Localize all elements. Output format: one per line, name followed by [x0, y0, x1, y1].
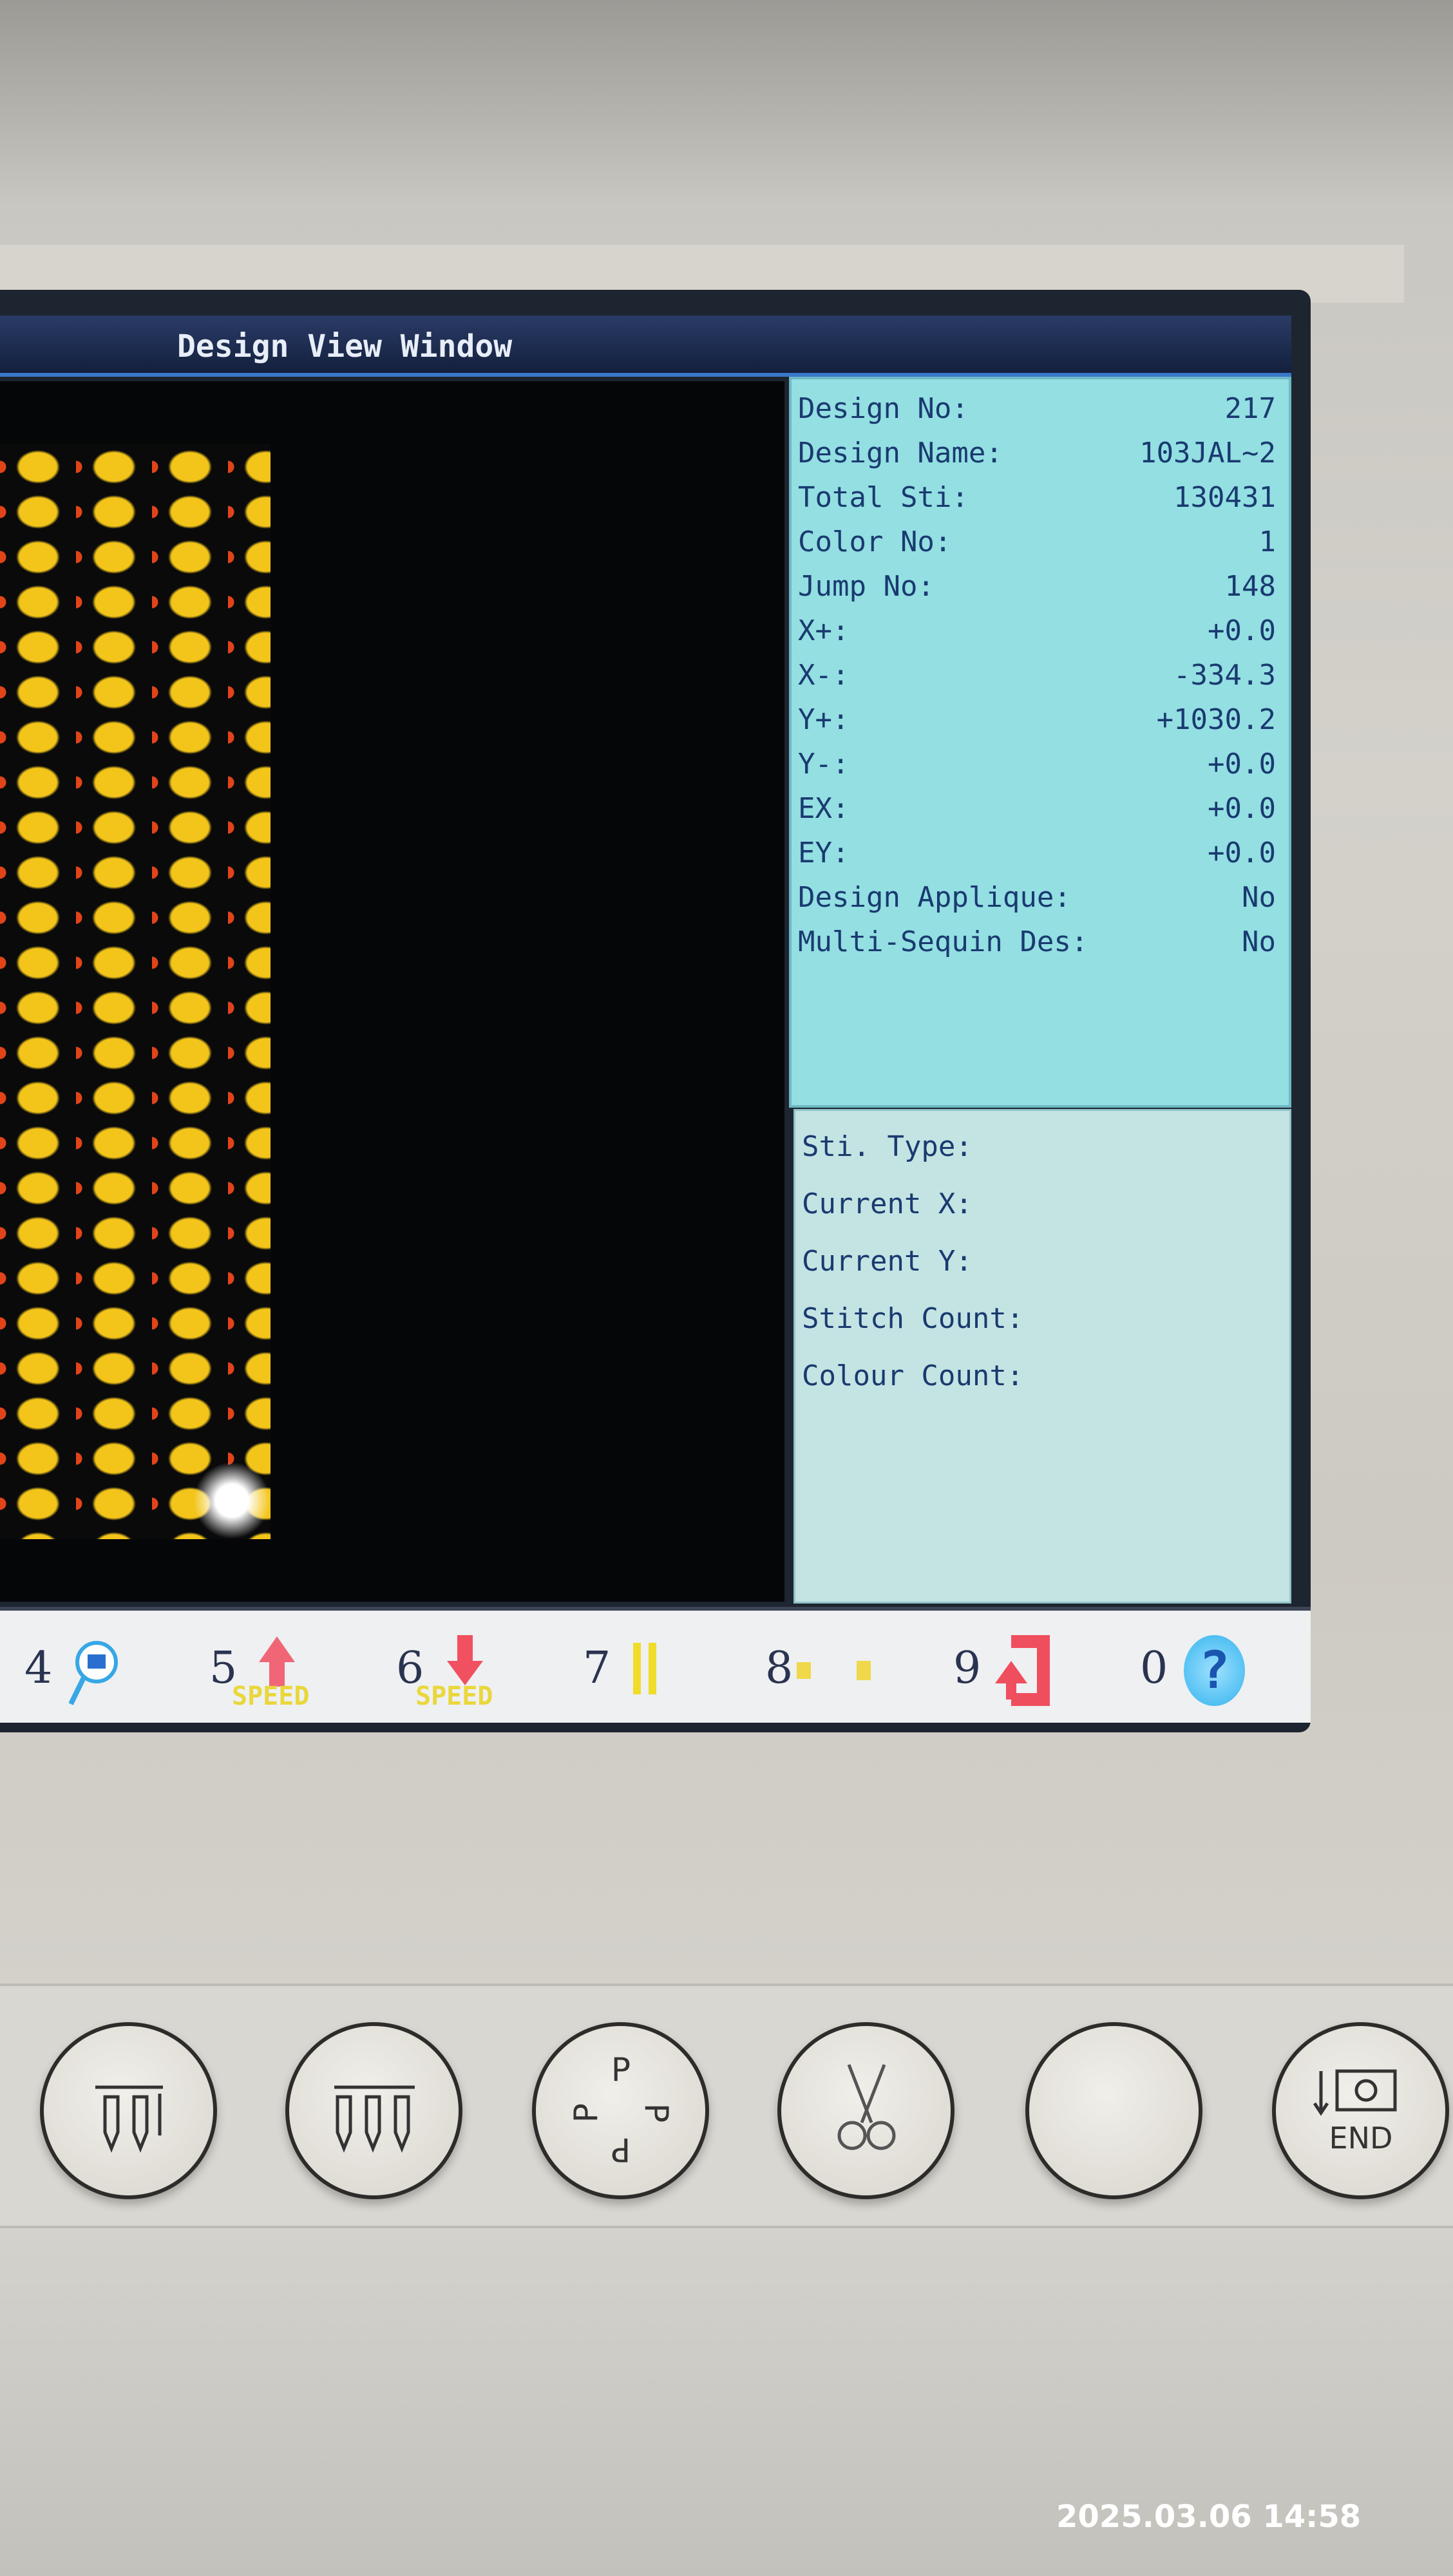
info-row: X+: +0.0	[792, 614, 1289, 653]
info-label: Multi-Sequin Des:	[798, 925, 1088, 958]
info-label: Jump No:	[798, 570, 935, 603]
title-bar: Design View Window	[0, 316, 1291, 377]
info-label: Design Applique:	[798, 881, 1071, 914]
speed-up-icon[interactable]	[258, 1636, 296, 1688]
info-value: 1	[1258, 526, 1277, 558]
blank-button[interactable]	[1025, 2022, 1202, 2199]
status-row: Sti. Type:	[795, 1130, 1289, 1169]
info-value: -334.3	[1173, 659, 1276, 692]
svg-text:P: P	[567, 2103, 605, 2123]
info-value: No	[1242, 925, 1276, 958]
status-label: Stitch Count:	[802, 1302, 1024, 1335]
svg-text:P: P	[611, 2131, 631, 2168]
info-label: Design Name:	[798, 437, 1003, 469]
design-preview	[0, 444, 271, 1539]
svg-text:P: P	[638, 2103, 675, 2123]
info-value: 217	[1224, 392, 1276, 425]
info-row: Total Sti: 130431	[792, 481, 1289, 520]
multi-needle-icon	[334, 2085, 415, 2153]
status-row: Colour Count:	[795, 1359, 1289, 1398]
status-label: Sti. Type:	[802, 1130, 973, 1163]
info-label: X-:	[798, 659, 850, 692]
info-label: X+:	[798, 614, 850, 647]
svg-text:P: P	[611, 2051, 631, 2088]
info-value: +0.0	[1208, 792, 1276, 825]
single-needle-icon	[95, 2085, 163, 2153]
info-value: +1030.2	[1156, 703, 1276, 736]
fkey-7[interactable]: 7	[583, 1643, 611, 1694]
fkey-8[interactable]: 8	[765, 1643, 793, 1694]
info-row: Color No: 1	[792, 526, 1289, 564]
info-value: 130431	[1173, 481, 1276, 514]
scissors-icon	[837, 2064, 896, 2150]
info-label: Total Sti:	[798, 481, 969, 514]
control-panel	[0, 1984, 1453, 2228]
info-value: +0.0	[1208, 748, 1276, 781]
info-value: No	[1242, 881, 1276, 914]
status-label: Current X:	[802, 1188, 973, 1220]
status-label: Colour Count:	[802, 1359, 1024, 1392]
return-icon[interactable]	[985, 1629, 1063, 1712]
frame-move-icon[interactable]	[795, 1656, 886, 1694]
info-label: Y+:	[798, 703, 850, 736]
info-label: Color No:	[798, 526, 952, 558]
window-title: Design View Window	[177, 328, 513, 365]
status-label: Current Y:	[802, 1245, 973, 1278]
light-glare	[193, 1462, 271, 1539]
info-value: +0.0	[1208, 614, 1276, 647]
photo-timestamp: 2025.03.06 14:58	[1056, 2499, 1362, 2535]
stitch-status-panel: Sti. Type: Current X: Current Y: Stitch Cou…	[793, 1109, 1291, 1604]
info-value: 103JAL~2	[1139, 437, 1276, 469]
trim-button[interactable]	[777, 2022, 954, 2199]
info-label: Design No:	[798, 392, 969, 425]
info-row: Y+: +1030.2	[792, 703, 1289, 742]
info-row: Design No: 217	[792, 392, 1289, 431]
speed-down-label: SPEED	[415, 1681, 493, 1711]
single-needle-button[interactable]	[40, 2022, 217, 2199]
rotate-p-icon: PPPP	[567, 2051, 675, 2168]
rotate-p-button[interactable]: PPPP	[532, 2022, 709, 2199]
svg-text:END: END	[1329, 2121, 1393, 2155]
zoom-view-icon[interactable]	[57, 1636, 128, 1714]
status-row: Current X:	[795, 1188, 1289, 1226]
info-row: Design Applique: No	[792, 881, 1289, 920]
info-row: EX: +0.0	[792, 792, 1289, 831]
info-row: Jump No: 148	[792, 570, 1289, 609]
fkey-9[interactable]: 9	[953, 1643, 981, 1694]
info-row: Y-: +0.0	[792, 748, 1289, 786]
speed-up-label: SPEED	[232, 1681, 310, 1711]
status-row: Current Y:	[795, 1245, 1289, 1283]
pause-icon[interactable]	[628, 1640, 667, 1698]
end-button[interactable]: END	[1272, 2022, 1449, 2199]
function-bar: 4 5 SPEED 6 SPEED 7 8 9 0 ?	[0, 1607, 1311, 1723]
speed-down-icon[interactable]	[446, 1635, 484, 1687]
fkey-4[interactable]: 4	[24, 1643, 52, 1694]
multi-needle-button[interactable]	[285, 2022, 462, 2199]
info-row: EY: +0.0	[792, 837, 1289, 875]
info-label: EX:	[798, 792, 850, 825]
info-label: Y-:	[798, 748, 850, 781]
info-row: Multi-Sequin Des: No	[792, 925, 1289, 964]
info-value: +0.0	[1208, 837, 1276, 869]
info-row: X-: -334.3	[792, 659, 1289, 697]
info-row: Design Name: 103JAL~2	[792, 437, 1289, 475]
design-info-panel: Design No: 217 Design Name: 103JAL~2 Total S…	[789, 377, 1291, 1108]
info-label: EY:	[798, 837, 850, 869]
fkey-0[interactable]: 0	[1140, 1643, 1168, 1694]
status-row: Stitch Count:	[795, 1302, 1289, 1341]
end-icon: END	[1313, 2069, 1397, 2155]
info-value: 148	[1224, 570, 1276, 603]
help-icon[interactable]: ?	[1184, 1635, 1245, 1706]
